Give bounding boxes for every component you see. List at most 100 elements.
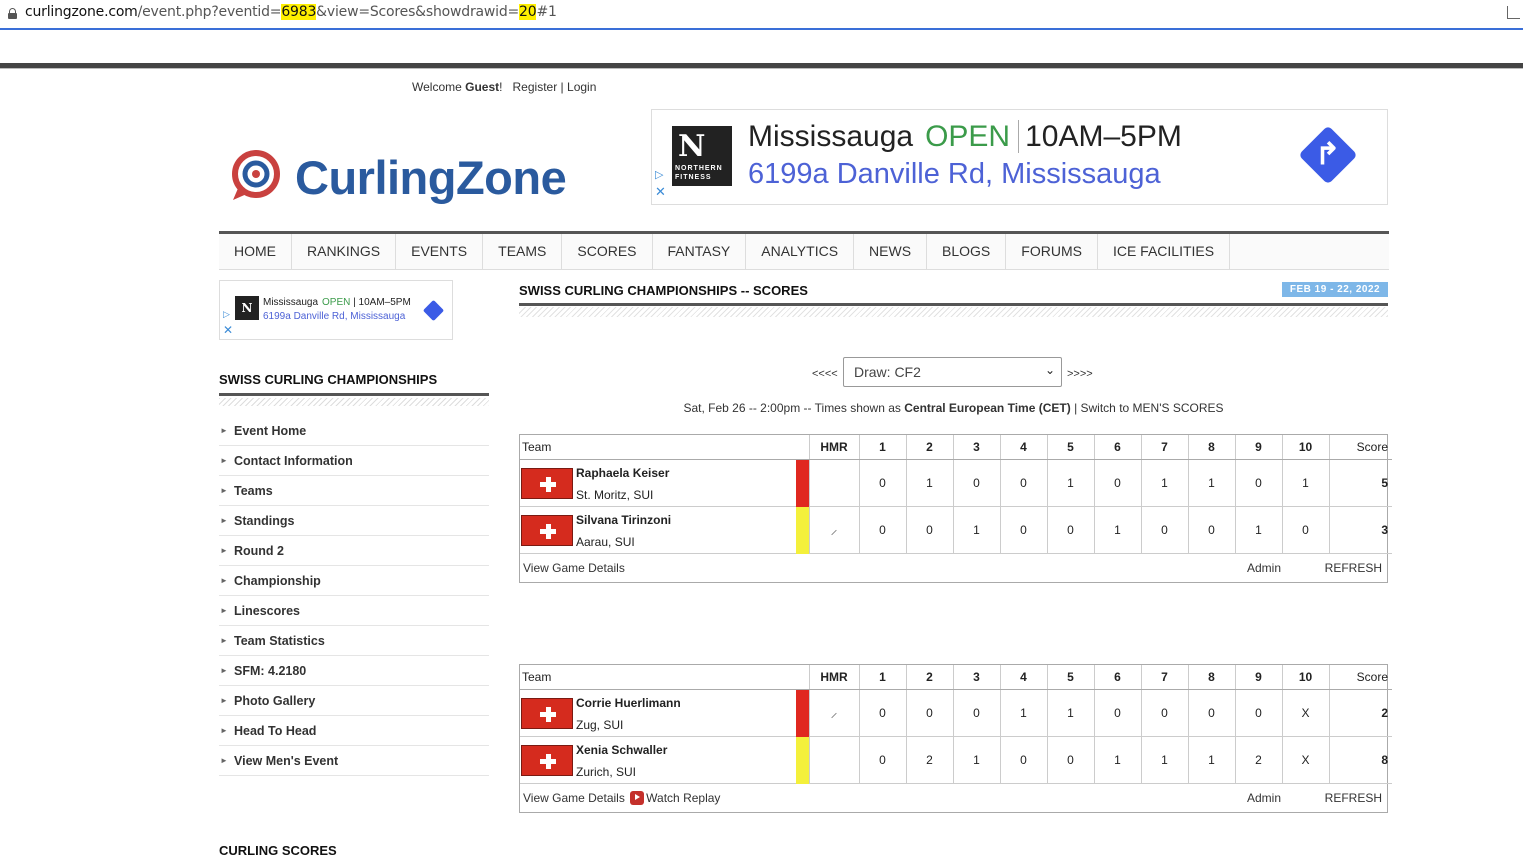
total-score-cell: 2	[1329, 689, 1392, 737]
swiss-flag-icon	[521, 467, 573, 499]
ad-close-icon[interactable]: ✕	[655, 184, 666, 200]
end-column-header: 5	[1047, 665, 1095, 690]
sidebar-item-label: Head To Head	[234, 724, 317, 738]
admin-link[interactable]: Admin	[1247, 791, 1281, 805]
stone-color-indicator	[795, 689, 809, 737]
bullet-arrow-icon: ►	[220, 456, 228, 465]
game-scoreboard-1: Team HMR 1 2 3 4 5 6 7 8 9 10 Score Raphaela Keiser St…	[519, 434, 1392, 583]
previous-draw-link[interactable]: <<<<	[812, 368, 838, 380]
sidebar-item-label: Linescores	[234, 604, 301, 618]
end-score-cell: 0	[1235, 459, 1283, 507]
nav-item-analytics[interactable]: ANALYTICS	[746, 234, 855, 269]
nav-item-news[interactable]: NEWS	[854, 234, 928, 269]
end-score-cell: 1	[1000, 689, 1048, 737]
end-column-header: 1	[859, 665, 907, 690]
end-score-cell: 0	[1000, 459, 1048, 507]
bullet-arrow-icon: ►	[220, 666, 228, 675]
team-column-header: Team	[520, 435, 810, 460]
stone-color-indicator	[795, 459, 809, 507]
table-row: Raphaela Keiser St. Moritz, SUI 0 1 0 0 1 0 1 1 0 1…	[520, 459, 1392, 507]
end-score-cell: 1	[953, 736, 1001, 784]
watch-replay-link[interactable]: Watch Replay	[646, 791, 720, 805]
sidebar-item[interactable]: ► Round 2	[219, 536, 489, 566]
end-score-cell: 0	[859, 506, 907, 554]
table-header-row: Team HMR 1 2 3 4 5 6 7 8 9 10 Score	[520, 665, 1392, 690]
team-location: Aarau, SUI	[576, 534, 635, 549]
adchoices-icon[interactable]: ▷	[655, 168, 663, 181]
nav-item-events[interactable]: EVENTS	[396, 234, 484, 269]
end-score-cell: 1	[1047, 459, 1095, 507]
team-name-link[interactable]: Silvana Tirinzoni	[576, 513, 671, 527]
view-game-details-link[interactable]: View Game Details	[523, 561, 625, 575]
hammer-cell	[809, 459, 860, 507]
switch-mens-scores-link[interactable]: | Switch to MEN'S SCORES	[1074, 401, 1223, 415]
end-column-header: 2	[906, 435, 954, 460]
end-score-cell: 0	[1094, 459, 1142, 507]
nav-item-rankings[interactable]: RANKINGS	[292, 234, 397, 269]
ad-logo-letter: N	[678, 129, 706, 164]
top-advertisement[interactable]: N NORTHERN FITNESS Mississauga OPEN 10AM–5P…	[651, 109, 1388, 205]
team-name-link[interactable]: Xenia Schwaller	[576, 743, 667, 757]
bullet-arrow-icon: ►	[220, 756, 228, 765]
share-icon[interactable]	[1507, 6, 1520, 19]
sidebar-item-label: Event Home	[234, 424, 307, 438]
nav-item-ice-facilities[interactable]: ICE FACILITIES	[1098, 234, 1231, 269]
sidebar-item[interactable]: ► Event Home	[219, 416, 489, 446]
browser-address-bar[interactable]: curlingzone.com/event.php?eventid=6983&v…	[0, 0, 1523, 30]
team-name-link[interactable]: Corrie Huerlimann	[576, 696, 681, 710]
view-game-details-link[interactable]: View Game Details	[523, 791, 625, 805]
nav-item-scores[interactable]: SCORES	[562, 234, 653, 269]
register-link[interactable]: Register	[513, 80, 558, 94]
sidebar-item-label: Standings	[234, 514, 295, 528]
end-score-cell: 2	[1235, 736, 1283, 784]
score-column-header: Score	[1329, 435, 1392, 460]
sidebar-item[interactable]: ► View Men's Event	[219, 746, 489, 776]
sidebar-item[interactable]: ► Photo Gallery	[219, 686, 489, 716]
game-footer-links: View Game Details	[523, 561, 625, 575]
table-row: Silvana Tirinzoni Aarau, SUI ⸝ 0 0 1 0 0 1 0 0 1 0 3	[520, 506, 1392, 554]
bullet-arrow-icon: ►	[220, 516, 228, 525]
side-adchoices-icon[interactable]: ▷	[223, 309, 230, 320]
youtube-icon[interactable]	[630, 790, 645, 805]
end-score-cell: 0	[953, 459, 1001, 507]
url-text[interactable]: curlingzone.com/event.php?eventid=6983&v…	[25, 4, 557, 20]
sidebar-item[interactable]: ► SFM: 4.2180	[219, 656, 489, 686]
sidebar-item[interactable]: ► Championship	[219, 566, 489, 596]
side-ad-close-icon[interactable]: ✕	[223, 323, 233, 337]
draw-select[interactable]: Draw: CF2 ⌄	[843, 357, 1062, 387]
sidebar-item[interactable]: ► Standings	[219, 506, 489, 536]
sidebar-item[interactable]: ► Contact Information	[219, 446, 489, 476]
admin-link[interactable]: Admin	[1247, 561, 1281, 575]
sidebar-item[interactable]: ► Head To Head	[219, 716, 489, 746]
side-ad-title: Mississauga OPEN | 10AM–5PM	[263, 297, 411, 308]
next-draw-link[interactable]: >>>>	[1067, 368, 1093, 380]
date-badge: FEB 19 - 22, 2022	[1282, 282, 1388, 297]
sidebar-item[interactable]: ► Team Statistics	[219, 626, 489, 656]
team-location: Zug, SUI	[576, 717, 624, 732]
side-directions-icon[interactable]	[422, 299, 445, 322]
nav-item-fantasy[interactable]: FANTASY	[653, 234, 747, 269]
refresh-link[interactable]: REFRESH	[1325, 791, 1382, 805]
sidebar-item-label: View Men's Event	[234, 754, 339, 768]
end-score-cell: 0	[1235, 689, 1283, 737]
hammer-column-header: HMR	[809, 435, 860, 460]
sidebar-item[interactable]: ► Teams	[219, 476, 489, 506]
nav-item-home[interactable]: HOME	[219, 234, 292, 269]
bullet-arrow-icon: ►	[220, 696, 228, 705]
total-score-cell: 3	[1329, 506, 1392, 554]
login-link[interactable]: Login	[567, 80, 596, 94]
end-column-header: 8	[1188, 665, 1236, 690]
nav-item-teams[interactable]: TEAMS	[483, 234, 563, 269]
end-score-cell: X	[1282, 736, 1330, 784]
team-name-link[interactable]: Raphaela Keiser	[576, 466, 669, 480]
end-score-cell: 0	[1188, 689, 1236, 737]
refresh-link[interactable]: REFRESH	[1325, 561, 1382, 575]
northern-fitness-logo: N NORTHERN FITNESS	[672, 126, 732, 186]
nav-item-forums[interactable]: FORUMS	[1006, 234, 1098, 269]
logo-mark-icon	[232, 150, 280, 200]
nav-item-blogs[interactable]: BLOGS	[927, 234, 1007, 269]
end-score-cell: 1	[906, 459, 954, 507]
end-column-header: 8	[1188, 435, 1236, 460]
sidebar-item[interactable]: ► Linescores	[219, 596, 489, 626]
side-advertisement[interactable]: N Mississauga OPEN | 10AM–5PM 6199a Danvi…	[219, 280, 453, 340]
